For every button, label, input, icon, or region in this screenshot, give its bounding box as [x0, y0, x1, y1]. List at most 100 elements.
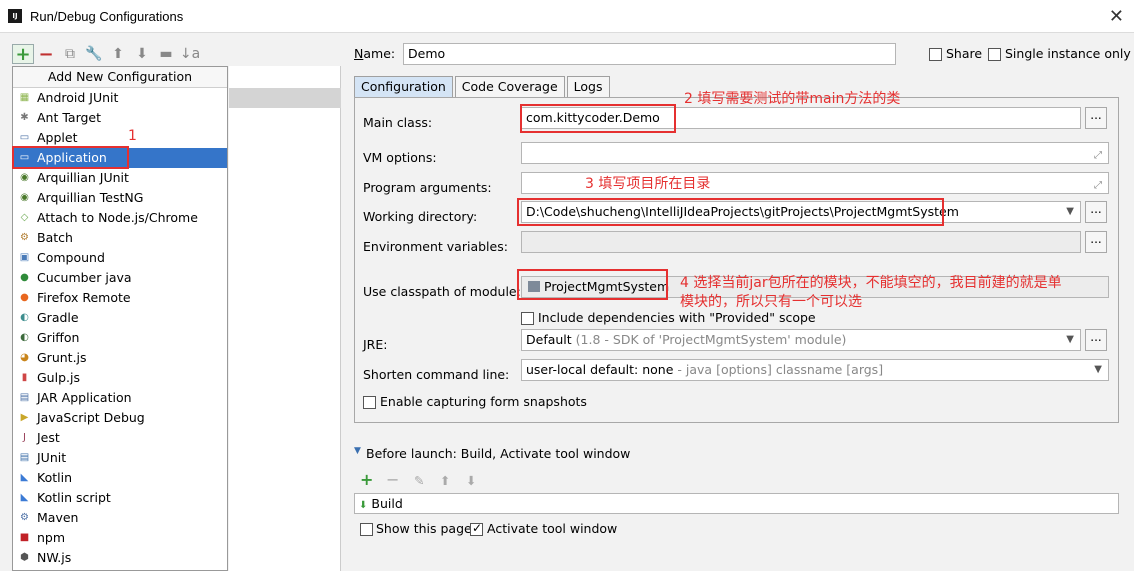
- config-type-item[interactable]: ◣ Kotlin: [13, 468, 227, 488]
- intellij-icon: IJ: [8, 9, 22, 23]
- junit-icon: ▤: [19, 452, 30, 463]
- config-type-item[interactable]: ◐ Griffon: [13, 328, 227, 348]
- config-type-label: Applet: [37, 130, 78, 145]
- config-type-label: NW.js: [37, 550, 72, 565]
- arquillian-icon: ◉: [20, 192, 29, 203]
- griffon-icon: ◐: [20, 332, 29, 343]
- config-type-item[interactable]: ▣ Compound: [13, 248, 227, 268]
- copy-icon[interactable]: ⧉: [58, 44, 82, 64]
- arrow-down-icon[interactable]: ⬇: [130, 44, 154, 64]
- config-type-label: Kotlin script: [37, 490, 111, 505]
- config-type-item[interactable]: ◐ Gradle: [13, 308, 227, 328]
- wrench-icon[interactable]: 🔧: [82, 44, 106, 64]
- config-type-item[interactable]: ▮ Gulp.js: [13, 368, 227, 388]
- config-type-label: Compound: [37, 250, 105, 265]
- config-type-item[interactable]: ◕ Grunt.js: [13, 348, 227, 368]
- tree-selected-row[interactable]: [229, 88, 341, 108]
- sort-icon[interactable]: ↓a: [178, 44, 202, 64]
- before-launch-up-icon[interactable]: ⬆: [440, 473, 450, 488]
- before-launch-down-icon[interactable]: ⬇: [466, 473, 476, 488]
- config-type-item[interactable]: ▤ JUnit: [13, 448, 227, 468]
- tab-bar: Configuration Code Coverage Logs: [354, 76, 612, 98]
- capture-snapshots-checkbox[interactable]: [363, 396, 376, 409]
- folder-icon[interactable]: ▬: [154, 44, 178, 64]
- config-type-item[interactable]: ◉ Arquillian JUnit: [13, 168, 227, 188]
- config-type-label: npm: [37, 530, 66, 545]
- show-this-page-label: Show this page: [376, 521, 472, 536]
- tab-logs[interactable]: Logs: [566, 76, 610, 98]
- environment-variables-button[interactable]: ...: [1085, 231, 1107, 253]
- before-launch-edit-icon[interactable]: ✎: [414, 473, 424, 488]
- configuration-panel: Main class: com.kittycoder.Demo ... VM o…: [354, 97, 1119, 423]
- kotlin-icon: ◣: [20, 492, 29, 503]
- capture-snapshots-label: Enable capturing form snapshots: [380, 394, 587, 409]
- arrow-up-icon[interactable]: ⬆: [106, 44, 130, 64]
- config-type-item[interactable]: ◣ Kotlin script: [13, 488, 227, 508]
- add-icon[interactable]: +: [12, 44, 34, 65]
- environment-variables-input[interactable]: [521, 231, 1081, 253]
- config-type-label: Kotlin: [37, 470, 72, 485]
- activate-tool-window-checkbox[interactable]: [470, 521, 483, 536]
- config-type-label: Android JUnit: [37, 90, 119, 105]
- remove-icon[interactable]: −: [34, 44, 58, 65]
- config-type-item[interactable]: ▦ Android JUnit: [13, 88, 227, 108]
- before-launch-add-icon[interactable]: +: [360, 470, 373, 489]
- title-bar: IJ Run/Debug Configurations ✕: [0, 0, 1134, 33]
- chevron-down-icon[interactable]: ▼: [1066, 202, 1074, 222]
- applet-icon: ▭: [19, 132, 30, 143]
- vm-options-input[interactable]: ⤢: [521, 142, 1109, 164]
- chevron-down-icon[interactable]: ▼: [1066, 330, 1074, 350]
- show-this-page-checkbox[interactable]: [360, 523, 373, 536]
- popup-header: Add New Configuration: [13, 67, 227, 88]
- build-icon: ⬇: [359, 500, 368, 511]
- config-type-item[interactable]: ● Cucumber java: [13, 268, 227, 288]
- annotation-2: 2 填写需要测试的带main方法的类: [684, 91, 901, 107]
- jre-select[interactable]: Default (1.8 - SDK of 'ProjectMgmtSystem…: [521, 329, 1081, 351]
- name-input[interactable]: Demo: [403, 43, 896, 65]
- include-dependencies-label: Include dependencies with "Provided" sco…: [538, 310, 816, 325]
- main-class-browse-button[interactable]: ...: [1085, 107, 1107, 129]
- cucumber-icon: ●: [20, 272, 29, 283]
- config-type-item[interactable]: ■ npm: [13, 528, 227, 548]
- window-title: Run/Debug Configurations: [30, 9, 184, 24]
- expand-icon[interactable]: ⤢: [1094, 146, 1102, 163]
- tab-configuration[interactable]: Configuration: [354, 76, 453, 98]
- config-type-label: Grunt.js: [37, 350, 87, 365]
- activate-tool-window-label: Activate tool window: [487, 521, 618, 536]
- working-directory-browse-button[interactable]: ...: [1085, 201, 1107, 223]
- build-task[interactable]: Build: [371, 496, 402, 511]
- annotation-3: 3 填写项目所在目录: [585, 176, 711, 192]
- config-type-item[interactable]: ▤ JAR Application: [13, 388, 227, 408]
- config-type-item[interactable]: ⬢ NW.js: [13, 548, 227, 568]
- jar-icon: ▤: [19, 392, 30, 403]
- firefox-icon: ●: [20, 292, 29, 303]
- close-icon[interactable]: ✕: [1109, 6, 1124, 27]
- single-instance-checkbox[interactable]: [988, 48, 1001, 61]
- before-launch-remove-icon[interactable]: −: [386, 470, 399, 489]
- config-type-item[interactable]: ◉ Arquillian TestNG: [13, 188, 227, 208]
- arquillian-icon: ◉: [20, 172, 29, 183]
- config-type-item[interactable]: ▶ JavaScript Debug: [13, 408, 227, 428]
- config-type-label: Firefox Remote: [37, 290, 131, 305]
- config-type-item[interactable]: ● Firefox Remote: [13, 288, 227, 308]
- annotation-4-line1: 4 选择当前jar包所在的模块，不能填空的，我目前建的就是单: [680, 275, 1062, 291]
- config-type-item[interactable]: ▭ Applet: [13, 128, 227, 148]
- compound-icon: ▣: [19, 252, 30, 263]
- config-type-item[interactable]: ⚙ Batch: [13, 228, 227, 248]
- expand-icon[interactable]: ⤢: [1094, 176, 1102, 193]
- config-type-item[interactable]: ◇ Attach to Node.js/Chrome: [13, 208, 227, 228]
- config-type-item[interactable]: ⚙ Maven: [13, 508, 227, 528]
- chevron-down-icon[interactable]: ▼: [1094, 360, 1102, 380]
- name-label: Name:: [354, 46, 396, 61]
- config-type-item[interactable]: J Jest: [13, 428, 227, 448]
- config-type-item[interactable]: ✱ Ant Target: [13, 108, 227, 128]
- collapse-triangle-icon[interactable]: ▼: [354, 446, 361, 456]
- share-checkbox[interactable]: [929, 48, 942, 61]
- highlight-working-directory: [517, 198, 944, 226]
- jre-browse-button[interactable]: ...: [1085, 329, 1107, 351]
- include-dependencies-checkbox[interactable]: [521, 312, 534, 325]
- share-label: Share: [946, 46, 983, 61]
- shorten-command-line-select[interactable]: user-local default: none - java [options…: [521, 359, 1109, 381]
- tab-code-coverage[interactable]: Code Coverage: [454, 76, 565, 98]
- vm-options-label: VM options:: [363, 150, 437, 165]
